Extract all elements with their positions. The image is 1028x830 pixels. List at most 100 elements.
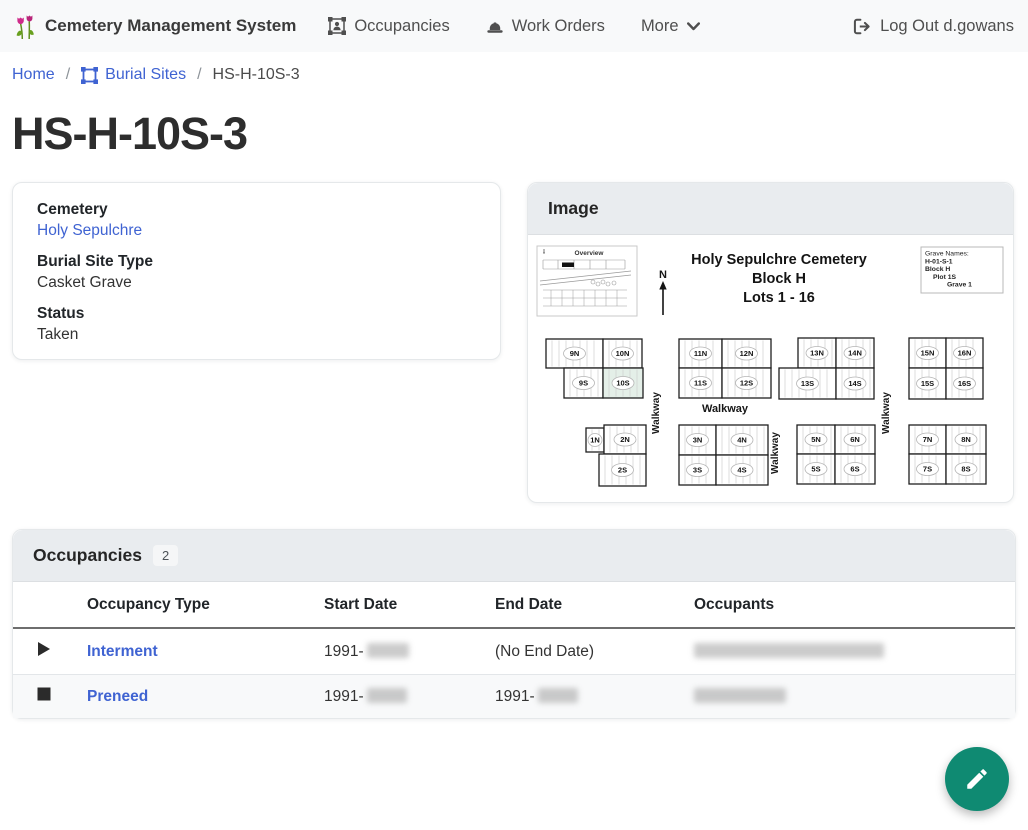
field-value: Casket Grave <box>37 274 476 292</box>
svg-text:9S: 9S <box>579 379 588 388</box>
occupancy-type-cell: Preneed <box>75 675 312 719</box>
svg-text:7S: 7S <box>923 465 932 474</box>
nav-item-occupancies[interactable]: Occupancies <box>328 17 449 36</box>
cemetery-link[interactable]: Holy Sepulchre <box>37 222 142 239</box>
map-lot-9N: 9N <box>546 339 603 368</box>
column-header-start-date: Start Date <box>312 582 483 628</box>
start-date-cell: 1991- <box>312 675 483 719</box>
map-lot-16S: 16S <box>946 368 983 399</box>
svg-text:5N: 5N <box>811 435 821 444</box>
map-title-line: Block H <box>752 271 806 287</box>
stop-icon <box>13 675 75 719</box>
svg-text:12N: 12N <box>740 349 754 358</box>
svg-text:7N: 7N <box>923 435 933 444</box>
occupancy-row: Preneed 1991-1991- <box>13 675 1015 719</box>
chevron-down-icon <box>687 22 700 31</box>
app-title: Cemetery Management System <box>45 16 296 36</box>
svg-text:2N: 2N <box>620 435 630 444</box>
svg-text:14S: 14S <box>848 379 861 388</box>
redacted-text <box>367 688 407 703</box>
map-lot-2N: 2N <box>604 425 646 454</box>
end-date-cell: 1991- <box>483 675 682 719</box>
nav-item-more[interactable]: More <box>641 17 700 36</box>
occupancies-table: Occupancy Type Start Date End Date Occup… <box>13 582 1015 718</box>
svg-text:14N: 14N <box>848 349 862 358</box>
map-walkway-label: Walkway <box>770 432 781 474</box>
map-lot-16N: 16N <box>946 338 983 368</box>
map-lot-13N: 13N <box>798 338 836 368</box>
end-date-cell: (No End Date) <box>483 628 682 675</box>
map-lot-6S: 6S <box>835 454 875 484</box>
svg-text:3N: 3N <box>693 436 703 445</box>
map-lot-2S: 2S <box>599 454 646 486</box>
redacted-text <box>694 643 884 658</box>
occupancies-card-header: Occupancies 2 <box>13 530 1015 582</box>
occupancies-card: Occupancies 2 Occupancy Type Start Date … <box>12 529 1016 719</box>
map-walkway-label: Walkway <box>651 392 662 434</box>
pencil-icon <box>964 766 990 792</box>
svg-text:H-01-S-1: H-01-S-1 <box>925 258 953 265</box>
map-lot-12N: 12N <box>722 339 771 368</box>
occupancy-type-link[interactable]: Interment <box>87 643 158 660</box>
burial-site-details-card: Cemetery Holy Sepulchre Burial Site Type… <box>12 182 501 360</box>
map-lot-1N: 1N <box>586 428 604 452</box>
occupancies-title: Occupancies <box>33 545 142 566</box>
field-status: Status Taken <box>37 305 476 344</box>
svg-text:11N: 11N <box>694 349 707 358</box>
app-brand[interactable]: Cemetery Management System <box>14 13 296 40</box>
nav-item-work-orders[interactable]: Work Orders <box>486 17 605 36</box>
map-lot-5S: 5S <box>797 454 835 484</box>
cemetery-block-map: Overview N Holy Sepulchre Cemetery Block H L… <box>531 240 1010 498</box>
redacted-text <box>367 643 409 658</box>
map-lot-7S: 7S <box>909 454 946 484</box>
svg-text:11S: 11S <box>694 379 707 388</box>
map-title-line: Lots 1 - 16 <box>743 290 815 306</box>
field-label: Burial Site Type <box>37 253 476 271</box>
field-label: Cemetery <box>37 201 476 219</box>
nav-item-label: More <box>641 17 679 36</box>
occupancy-type-link[interactable]: Preneed <box>87 688 148 705</box>
redacted-text <box>694 688 786 703</box>
svg-text:Overview: Overview <box>575 250 605 257</box>
svg-text:15S: 15S <box>921 379 934 388</box>
svg-text:Block H: Block H <box>925 266 950 273</box>
map-lot-3S: 3S <box>679 455 716 485</box>
image-card: Image OverviewNHoly Sepulchre CemeteryBl… <box>527 182 1014 503</box>
svg-text:6S: 6S <box>850 465 859 474</box>
breadcrumb-burial-sites-link[interactable]: Burial Sites <box>81 66 186 84</box>
navbar: Cemetery Management System Occupancies W… <box>0 0 1028 52</box>
svg-text:N: N <box>659 269 667 281</box>
logout-label: Log Out d.gowans <box>880 17 1014 36</box>
svg-text:16S: 16S <box>958 379 971 388</box>
page-title: HS-H-10S-3 <box>12 108 1016 160</box>
breadcrumb-home-link[interactable]: Home <box>12 66 55 84</box>
map-title-line: Holy Sepulchre Cemetery <box>691 252 867 268</box>
content-row: Cemetery Holy Sepulchre Burial Site Type… <box>0 182 1028 503</box>
svg-text:8N: 8N <box>961 435 971 444</box>
start-date-cell: 1991- <box>312 628 483 675</box>
logout-button[interactable]: Log Out d.gowans <box>853 17 1014 36</box>
occupants-cell <box>682 675 1015 719</box>
field-label: Status <box>37 305 476 323</box>
tulip-logo-icon <box>14 13 36 40</box>
breadcrumb-current: HS-H-10S-3 <box>213 66 300 84</box>
svg-text:Grave Names:: Grave Names: <box>925 251 969 258</box>
svg-text:13N: 13N <box>810 349 824 358</box>
svg-text:12S: 12S <box>740 379 753 388</box>
map-lot-6N: 6N <box>835 425 875 454</box>
map-walkway-label: Walkway <box>881 392 892 434</box>
edit-fab-button[interactable] <box>945 747 1009 811</box>
map-overview-thumbnail: Overview <box>537 246 637 316</box>
svg-text:5S: 5S <box>811 465 820 474</box>
svg-text:Plot 1S: Plot 1S <box>933 274 957 281</box>
occupancy-row: Interment 1991-(No End Date) <box>13 628 1015 675</box>
svg-text:1N: 1N <box>590 436 600 445</box>
field-burial-site-type: Burial Site Type Casket Grave <box>37 253 476 292</box>
map-lot-7N: 7N <box>909 425 946 454</box>
breadcrumb-burial-sites-label: Burial Sites <box>105 66 186 84</box>
map-north-arrow: N <box>659 269 667 315</box>
map-lot-14S: 14S <box>836 368 874 399</box>
table-header-row: Occupancy Type Start Date End Date Occup… <box>13 582 1015 628</box>
occupancies-count-badge: 2 <box>153 545 178 566</box>
map-lot-15S: 15S <box>909 368 946 399</box>
